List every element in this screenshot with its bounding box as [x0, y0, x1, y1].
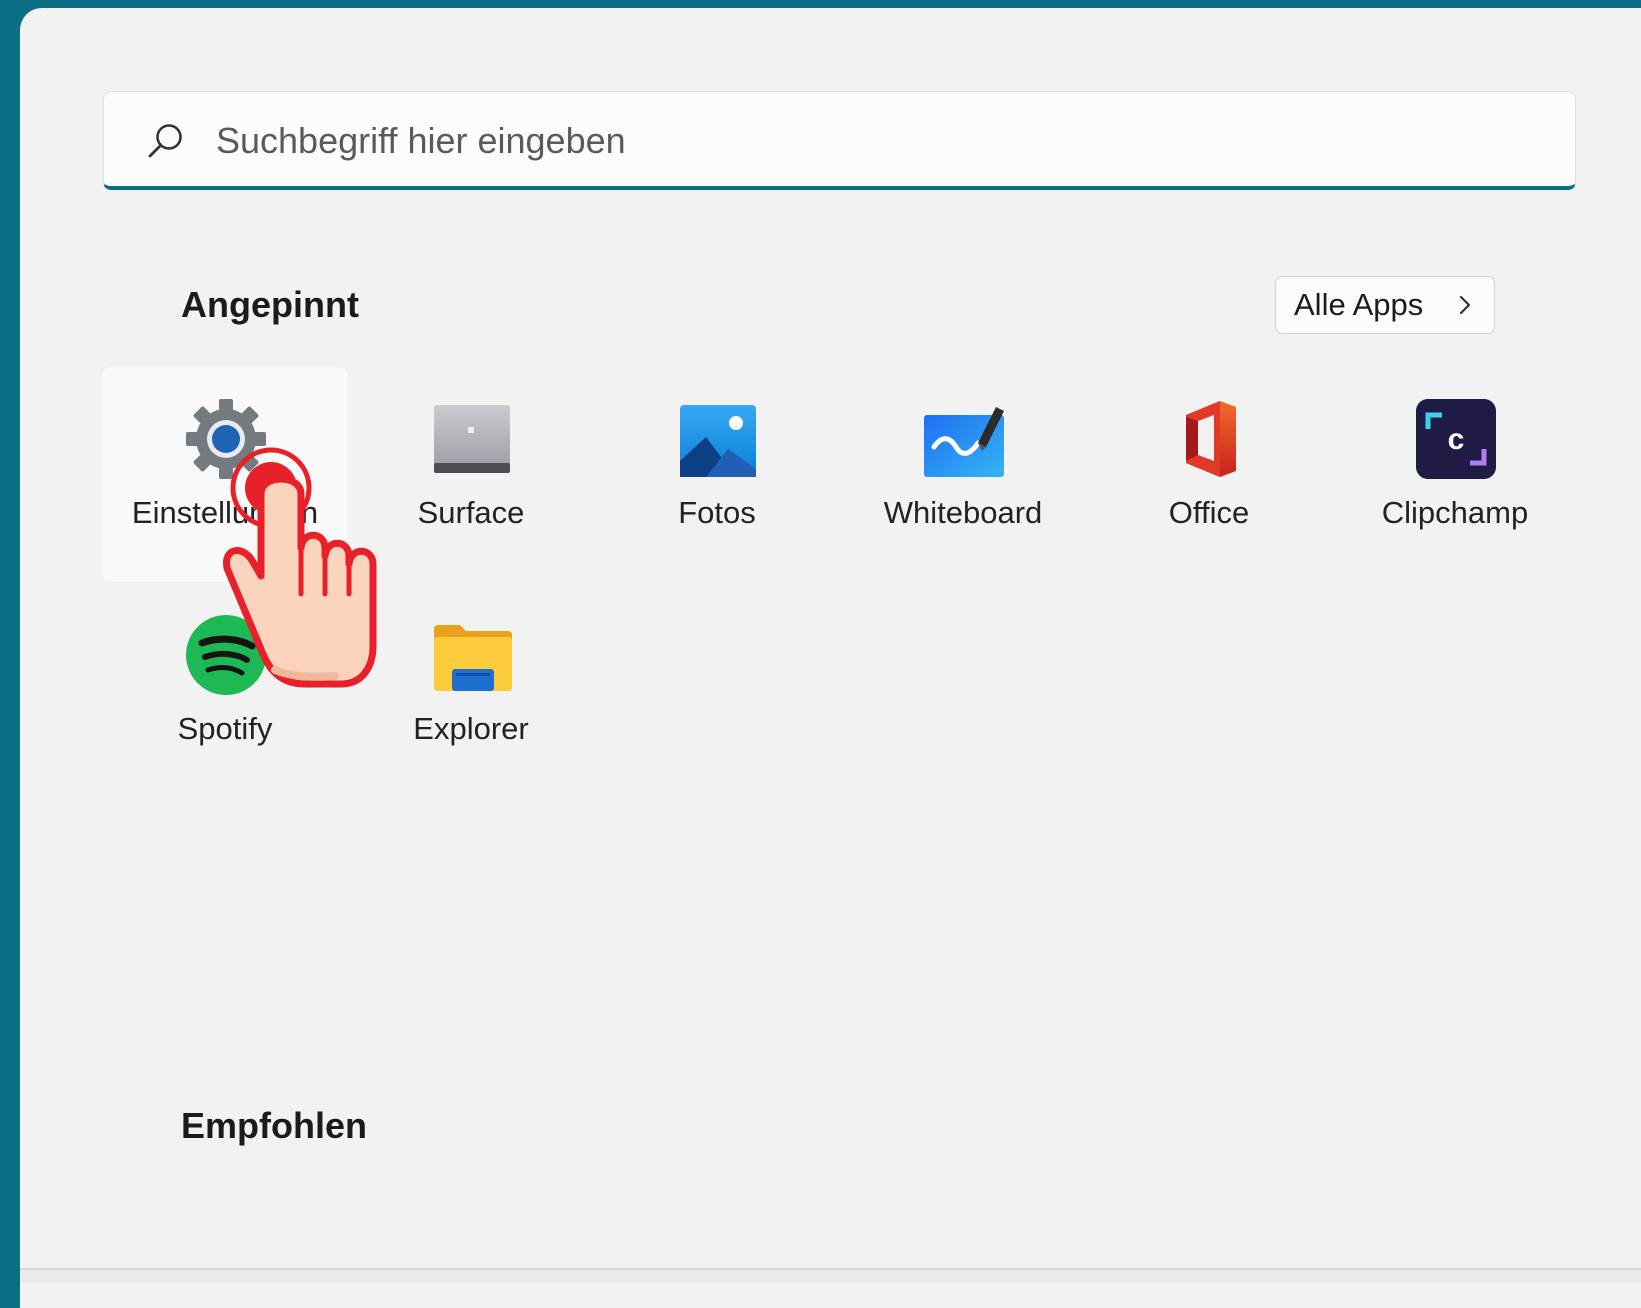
pinned-section-title: Angepinnt	[181, 284, 359, 325]
app-label-whiteboard: Whiteboard	[883, 495, 1043, 530]
all-apps-button[interactable]: Alle Apps	[1275, 276, 1495, 334]
tap-hand-pointer-icon	[223, 447, 377, 688]
app-label-fotos: Fotos	[678, 495, 756, 530]
whiteboard-icon	[924, 407, 1004, 477]
app-tile-whiteboard[interactable]: Whiteboard	[840, 367, 1086, 582]
all-apps-label: Alle Apps	[1294, 287, 1424, 322]
app-tile-fotos[interactable]: Fotos	[594, 367, 840, 582]
app-label-clipchamp: Clipchamp	[1381, 495, 1529, 530]
chevron-right-icon	[1459, 295, 1471, 315]
office-icon	[1186, 401, 1236, 477]
surface-icon	[434, 405, 510, 473]
app-label-explorer: Explorer	[413, 711, 529, 746]
search-input[interactable]	[214, 114, 1538, 168]
svg-text:c: c	[1448, 423, 1465, 456]
app-tile-explorer[interactable]: Explorer	[348, 583, 594, 798]
search-icon	[148, 124, 182, 158]
search-box[interactable]	[103, 91, 1576, 190]
app-tile-surface[interactable]: Surface	[348, 367, 594, 582]
folder-icon	[434, 625, 512, 691]
recommended-section-title: Empfohlen	[181, 1105, 367, 1146]
photos-icon	[680, 405, 756, 477]
app-label-office: Office	[1168, 495, 1250, 530]
app-tile-office[interactable]: Office	[1086, 367, 1332, 582]
clipchamp-icon: c	[1416, 399, 1496, 479]
app-label-spotify: Spotify	[177, 711, 273, 746]
app-tile-clipchamp[interactable]: c Clipchamp	[1332, 367, 1578, 582]
